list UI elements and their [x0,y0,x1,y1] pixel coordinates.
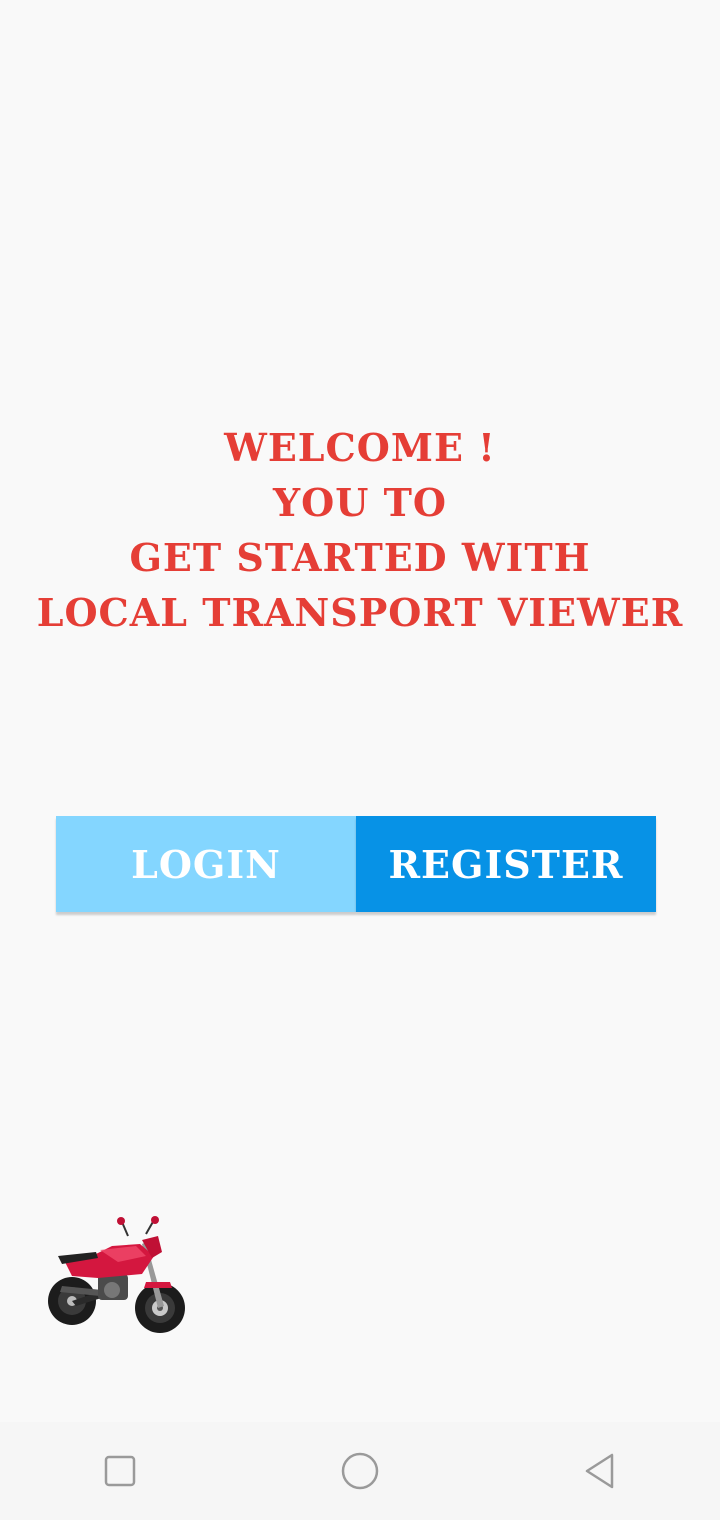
welcome-line-4: LOCAL TRANSPORT VIEWER [36,590,684,635]
login-button[interactable]: LOGIN [56,816,356,912]
system-navigation-bar [0,1422,720,1520]
welcome-line-1: WELCOME ! [224,425,496,470]
welcome-line-2: YOU TO [273,480,447,525]
motorcycle-image [48,1216,185,1333]
welcome-line-3: GET STARTED WITH [129,535,591,580]
home-icon [341,1452,379,1490]
home-button[interactable] [330,1441,390,1501]
welcome-heading: WELCOME ! YOU TO GET STARTED WITH LOCAL … [0,420,720,640]
recent-apps-button[interactable] [90,1441,150,1501]
register-button[interactable]: REGISTER [356,816,656,912]
auth-buttons: LOGIN REGISTER [56,816,656,912]
back-button[interactable] [570,1441,630,1501]
recent-apps-icon [104,1455,136,1487]
back-icon [585,1453,614,1489]
